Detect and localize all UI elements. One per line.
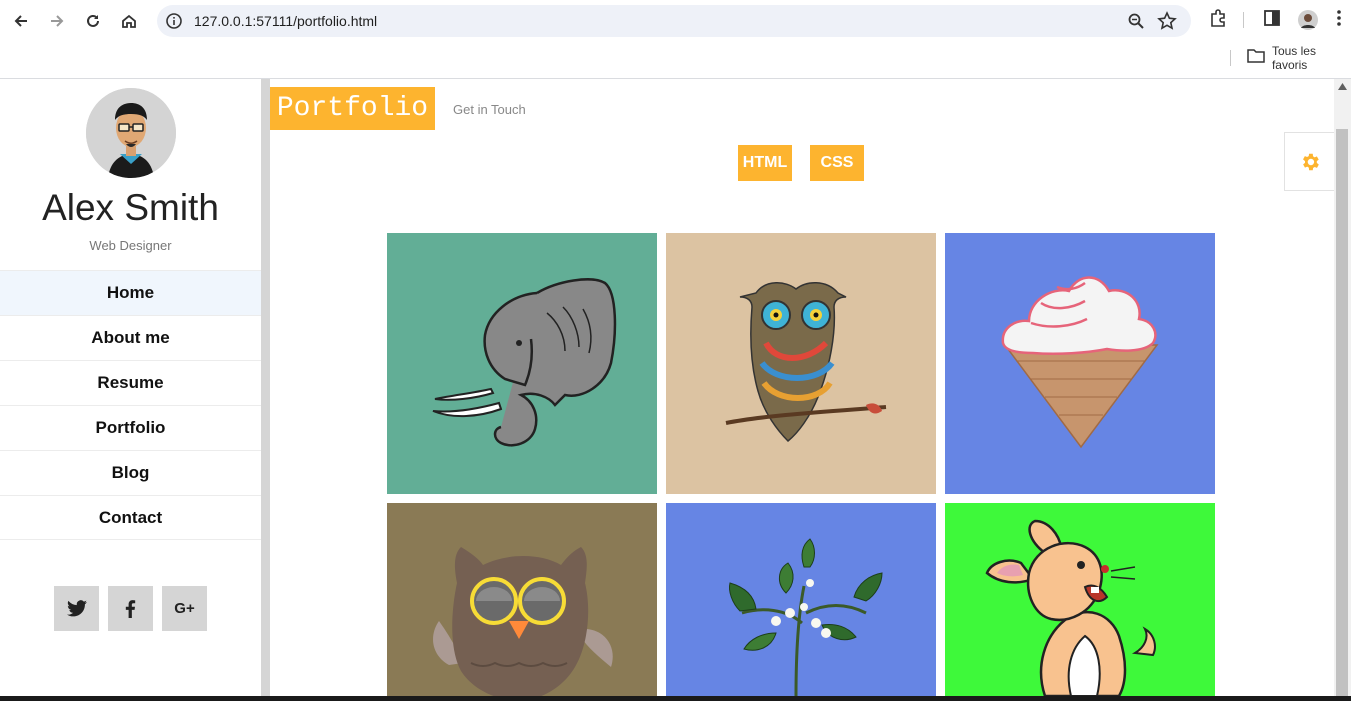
reload-icon[interactable] <box>80 8 106 34</box>
home-icon[interactable] <box>116 8 142 34</box>
twitter-icon <box>66 600 87 617</box>
main-content: Portfolio Get in Touch HTML CSS <box>270 79 1334 696</box>
extensions-icon[interactable] <box>1208 8 1228 33</box>
bookmarks-divider <box>1230 50 1231 66</box>
owl-sketch-image <box>666 233 936 494</box>
scrollbar-thumb[interactable] <box>1336 129 1348 696</box>
filter-html-button[interactable]: HTML <box>738 145 792 181</box>
menu-dots-icon[interactable] <box>1336 8 1342 33</box>
portfolio-item-ice-cream[interactable] <box>945 233 1215 494</box>
portfolio-item-owl-sketch[interactable] <box>666 233 936 494</box>
forward-icon[interactable] <box>44 8 70 34</box>
get-in-touch-link[interactable]: Get in Touch <box>453 102 526 117</box>
sidebar: Alex Smith Web Designer Home About me Re… <box>0 79 261 696</box>
sidebar-item-blog[interactable]: Blog <box>0 450 261 495</box>
scroll-up-arrow-icon[interactable] <box>1338 83 1347 90</box>
settings-toggle[interactable] <box>1284 132 1334 191</box>
sidebar-item-about-me[interactable]: About me <box>0 315 261 360</box>
sidebar-item-home[interactable]: Home <box>0 270 261 315</box>
profile-avatar-image <box>86 88 176 178</box>
google-plus-icon: G+ <box>174 600 195 617</box>
zoom-icon[interactable] <box>1127 12 1145 35</box>
flower-branch-image <box>666 503 936 696</box>
brand-title[interactable]: Portfolio <box>270 87 435 130</box>
portfolio-item-owl-cartoon[interactable] <box>387 503 657 696</box>
toolbar-divider <box>1243 12 1244 28</box>
all-bookmarks-link[interactable]: Tous les favoris <box>1272 44 1351 72</box>
elephant-image <box>387 233 657 494</box>
site-info-icon[interactable] <box>165 12 183 35</box>
filter-css-button[interactable]: CSS <box>810 145 864 181</box>
page-scrollbar[interactable] <box>1334 79 1351 696</box>
bookmarks-bar: Tous les favoris <box>1230 44 1351 72</box>
address-bar[interactable]: 127.0.0.1:57111/portfolio.html <box>157 5 1191 37</box>
facebook-icon <box>125 599 136 618</box>
profile-name: Alex Smith <box>42 187 219 228</box>
social-links: G+ <box>54 586 207 631</box>
ice-cream-image <box>945 233 1215 494</box>
back-icon[interactable] <box>8 8 34 34</box>
gear-icon <box>1302 153 1319 170</box>
facebook-button[interactable] <box>108 586 153 631</box>
rabbit-image <box>945 503 1215 696</box>
twitter-button[interactable] <box>54 586 99 631</box>
bookmark-star-icon[interactable] <box>1157 11 1177 36</box>
portfolio-item-flower-branch[interactable] <box>666 503 936 696</box>
browser-toolbar: 127.0.0.1:57111/portfolio.html Tous les … <box>0 0 1351 79</box>
sidebar-divider <box>261 79 270 696</box>
side-panel-icon[interactable] <box>1262 8 1282 33</box>
google-plus-button[interactable]: G+ <box>162 586 207 631</box>
taskbar-edge <box>0 696 1351 701</box>
sidebar-item-portfolio[interactable]: Portfolio <box>0 405 261 450</box>
profile-avatar[interactable] <box>1298 10 1318 35</box>
folder-icon <box>1247 48 1265 68</box>
profile-role: Web Designer <box>89 238 172 253</box>
sidebar-item-contact[interactable]: Contact <box>0 495 261 540</box>
owl-cartoon-image <box>387 503 657 696</box>
portfolio-item-elephant[interactable] <box>387 233 657 494</box>
sidebar-item-resume[interactable]: Resume <box>0 360 261 405</box>
sidebar-menu: Home About me Resume Portfolio Blog Cont… <box>0 270 261 540</box>
url-text: 127.0.0.1:57111/portfolio.html <box>194 13 378 29</box>
portfolio-item-rabbit[interactable] <box>945 503 1215 696</box>
